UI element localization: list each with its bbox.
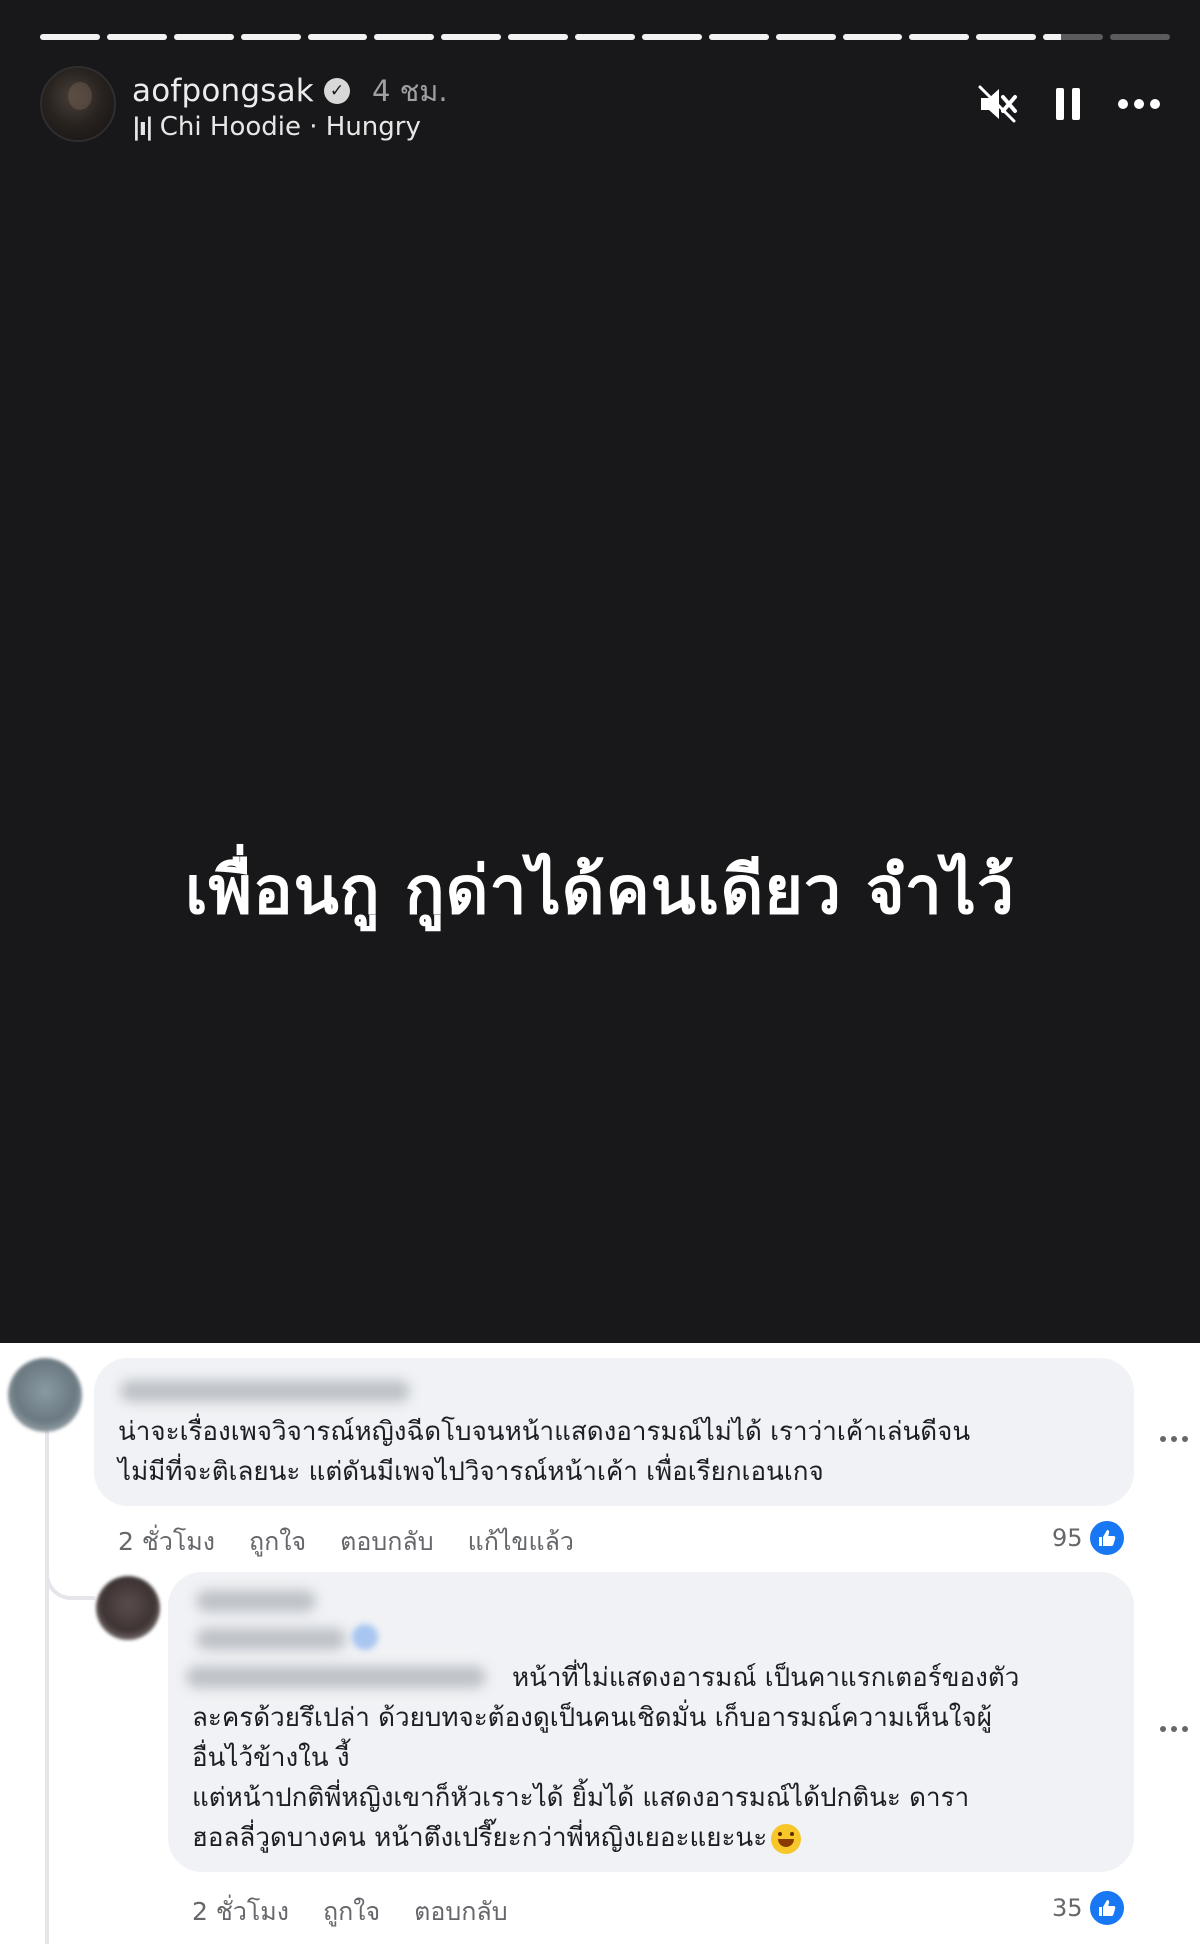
author-avatar[interactable] (40, 66, 116, 142)
like-button[interactable]: ถูกใจ (249, 1522, 306, 1562)
progress-fill (173, 34, 234, 40)
progress-segment (40, 34, 100, 40)
post-time: 4 ชม. (371, 74, 448, 108)
pause-icon[interactable] (1056, 82, 1080, 126)
progress-segment (842, 34, 903, 40)
story-progress-bar (40, 34, 1170, 40)
progress-segment (173, 34, 234, 40)
progress-fill (775, 34, 836, 40)
story-viewer[interactable]: aofpongsak ✓ 4 ชม. |ı| Chi Hoodie · Hung… (0, 0, 1200, 1343)
progress-fill (708, 34, 769, 40)
progress-fill (374, 34, 435, 40)
progress-segment (441, 34, 502, 40)
progress-fill (240, 34, 301, 40)
progress-segment (708, 34, 769, 40)
commenter-avatar[interactable] (8, 1358, 82, 1432)
music-row[interactable]: |ı| Chi Hoodie · Hungry (132, 112, 421, 142)
reply-text-line: แต่หน้าปกติพี่หญิงเขาก็หัวเราะได้ ยิ้มได… (192, 1783, 970, 1813)
commenter-name-blurred[interactable] (120, 1380, 410, 1402)
music-bars-icon: |ı| (132, 113, 154, 141)
laughing-emoji-icon (771, 1823, 802, 1854)
progress-segment (1110, 34, 1170, 40)
progress-segment (374, 34, 435, 40)
reply-reaction-count[interactable]: 35 (1052, 1888, 1127, 1928)
reply-text-line: อื่นไว้ข้างใน งี้ (192, 1743, 350, 1773)
like-count: 95 (1052, 1524, 1083, 1552)
progress-fill (40, 34, 100, 40)
progress-fill (307, 34, 368, 40)
thumbs-up-icon (1086, 1888, 1127, 1928)
more-icon[interactable] (1118, 82, 1160, 126)
progress-fill (106, 34, 167, 40)
reply-text-line: ละครด้วยรึเปล่า ด้วยบทจะต้องดูเป็นคนเชิด… (192, 1703, 992, 1733)
mention-blurred[interactable] (196, 1628, 346, 1650)
music-title: Chi Hoodie · Hungry (159, 112, 421, 142)
comment-text-line: น่าจะเรื่องเพจวิจารณ์หญิงฉีดโบจนหน้าแสดง… (118, 1417, 971, 1447)
progress-segment (976, 34, 1037, 40)
edited-label: แก้ไขแล้ว (467, 1527, 574, 1556)
progress-fill (641, 34, 702, 40)
progress-fill (842, 34, 903, 40)
progress-segment (909, 34, 970, 40)
tagged-page-blurred[interactable] (186, 1666, 486, 1688)
reply-time: 2 ชั่วโมง (192, 1897, 289, 1926)
reply-text-line-last: ฮอลลี่วูดบางคน หน้าตึงเปรี๊ยะกว่าพี่หญิง… (192, 1818, 802, 1858)
comment-text-line: ไม่มีที่จะติเลยนะ แต่ดันมีเพจไปวิจารณ์หน… (118, 1457, 824, 1487)
progress-fill (575, 34, 635, 40)
reply-bubble: หน้าที่ไม่แสดงอารมณ์ เป็นคาแรกเตอร์ของตั… (168, 1572, 1134, 1872)
thread-line (45, 1425, 49, 1944)
progress-fill (441, 34, 502, 40)
reply-like-count: 35 (1052, 1894, 1083, 1922)
reply-text-line: หน้าที่ไม่แสดงอารมณ์ เป็นคาแรกเตอร์ของตั… (512, 1663, 1020, 1693)
reply-options-icon[interactable] (1160, 1726, 1188, 1732)
reply-commenter-name-blurred[interactable] (196, 1590, 316, 1612)
story-header: aofpongsak ✓ 4 ชม. |ı| Chi Hoodie · Hung… (40, 66, 1160, 146)
author-row: aofpongsak ✓ 4 ชม. (132, 68, 448, 114)
comment-time: 2 ชั่วโมง (118, 1527, 215, 1556)
verified-badge-icon: ✓ (323, 78, 350, 104)
reply-commenter-avatar[interactable] (96, 1576, 160, 1640)
reaction-count[interactable]: 95 (1052, 1518, 1127, 1558)
muted-speaker-icon[interactable] (976, 82, 1018, 126)
reply-reply-button[interactable]: ตอบกลับ (414, 1892, 507, 1932)
progress-segment (575, 34, 635, 40)
progress-fill (508, 34, 568, 40)
progress-segment (106, 34, 167, 40)
progress-fill (1043, 34, 1062, 40)
story-caption: เพื่อนกู กูด่าได้คนเดียว จำไว้ (184, 852, 1016, 929)
reply-like-button[interactable]: ถูกใจ (323, 1892, 380, 1932)
progress-segment (307, 34, 368, 40)
reply-button[interactable]: ตอบกลับ (340, 1522, 433, 1562)
verified-badge-blurred (352, 1624, 378, 1650)
progress-segment (641, 34, 702, 40)
reply-text: ฮอลลี่วูดบางคน หน้าตึงเปรี๊ยะกว่าพี่หญิง… (192, 1823, 768, 1853)
progress-segment (1043, 34, 1103, 40)
progress-segment (775, 34, 836, 40)
comment-actions: 2 ชั่วโมง ถูกใจ ตอบกลับ แก้ไขแล้ว (118, 1522, 574, 1562)
progress-fill (976, 34, 1037, 40)
comment-bubble: น่าจะเรื่องเพจวิจารณ์หญิงฉีดโบจนหน้าแสดง… (94, 1358, 1134, 1506)
reply-actions: 2 ชั่วโมง ถูกใจ ตอบกลับ (192, 1892, 508, 1932)
comment-options-icon[interactable] (1160, 1436, 1188, 1442)
progress-fill (909, 34, 970, 40)
progress-segment (508, 34, 568, 40)
thumbs-up-icon (1086, 1518, 1127, 1558)
progress-segment (240, 34, 301, 40)
story-controls (976, 82, 1160, 126)
author-name[interactable]: aofpongsak (132, 73, 314, 109)
